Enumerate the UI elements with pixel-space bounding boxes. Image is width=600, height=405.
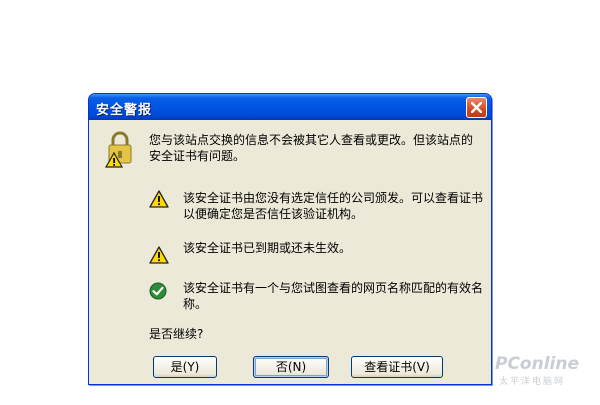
main-message: 您与该站点交换的信息不会被其它人查看或更改。但该站点的安全证书有问题。 — [149, 133, 474, 163]
close-icon — [471, 102, 482, 113]
pconline-watermark: PConline 太平洋电脑网 — [495, 354, 579, 387]
dialog-title: 安全警报 — [96, 103, 153, 118]
continue-question: 是否继续? — [149, 327, 204, 341]
padlock-warning-icon — [104, 131, 132, 168]
view-certificate-button[interactable]: 查看证书(V) — [351, 356, 443, 378]
close-button[interactable] — [466, 97, 487, 118]
check-icon — [149, 282, 167, 300]
issue-text: 该安全证书有一个与您试图查看的网页名称匹配的有效名称。 — [183, 281, 484, 311]
watermark-brand: PConline — [495, 354, 580, 374]
issue-text: 该安全证书已到期或还未生效。 — [183, 241, 352, 255]
title-bar[interactable]: 安全警报 — [89, 94, 491, 120]
warning-icon — [149, 246, 169, 264]
no-button[interactable]: 否(N) — [253, 356, 329, 378]
watermark-subtitle: 太平洋电脑网 — [499, 377, 566, 387]
security-alert-dialog: 安全警报 您与该站点交换的信息不会被其它人查看或更改。但该站点的安全证书有问题。… — [88, 93, 492, 385]
issue-text: 该安全证书由您没有选定信任的公司颁发。可以查看证书以便确定您是否信任该验证机构。 — [183, 191, 484, 221]
yes-button[interactable]: 是(Y) — [153, 356, 217, 378]
warning-icon — [149, 190, 169, 208]
